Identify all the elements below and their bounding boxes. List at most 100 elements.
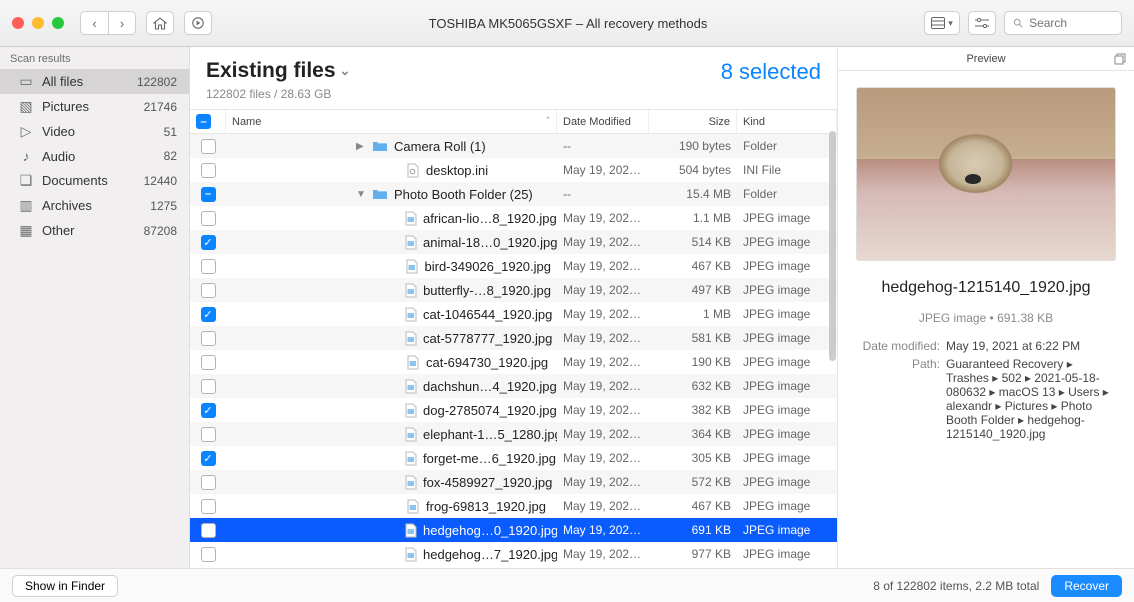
- header-checkbox[interactable]: [196, 114, 211, 129]
- row-checkbox[interactable]: [201, 427, 216, 442]
- row-name: animal-18…0_1920.jpg: [423, 235, 557, 250]
- popout-icon[interactable]: [1114, 53, 1126, 65]
- table-row[interactable]: frog-69813_1920.jpg May 19, 202… 467 KB …: [190, 494, 837, 518]
- table-row[interactable]: animal-18…0_1920.jpg May 19, 202… 514 KB…: [190, 230, 837, 254]
- row-name: bird-349026_1920.jpg: [425, 259, 552, 274]
- table-row[interactable]: hedgehog…0_1920.jpg May 19, 202… 691 KB …: [190, 518, 837, 542]
- table-row[interactable]: forget-me…6_1920.jpg May 19, 202… 305 KB…: [190, 446, 837, 470]
- sidebar-item-pictures[interactable]: ▧ Pictures 21746: [0, 94, 189, 119]
- row-checkbox[interactable]: [201, 379, 216, 394]
- row-checkbox[interactable]: [201, 451, 216, 466]
- row-checkbox[interactable]: [201, 403, 216, 418]
- search-input[interactable]: [1029, 16, 1113, 30]
- close-window-button[interactable]: [12, 17, 24, 29]
- sidebar-item-audio[interactable]: ♪ Audio 82: [0, 144, 189, 168]
- row-checkbox[interactable]: [201, 475, 216, 490]
- row-name: cat-1046544_1920.jpg: [423, 307, 552, 322]
- row-name: elephant-1…5_1280.jpg: [423, 427, 557, 442]
- minimize-window-button[interactable]: [32, 17, 44, 29]
- table-row[interactable]: elephant-1…5_1280.jpg May 19, 202… 364 K…: [190, 422, 837, 446]
- row-size: 581 KB: [649, 331, 737, 345]
- sidebar-item-video[interactable]: ▷ Video 51: [0, 119, 189, 144]
- table-row[interactable]: fox-4589927_1920.jpg May 19, 202… 572 KB…: [190, 470, 837, 494]
- col-date[interactable]: Date Modified: [557, 110, 649, 133]
- row-checkbox[interactable]: [201, 283, 216, 298]
- img-icon: [404, 474, 417, 490]
- row-checkbox[interactable]: [201, 163, 216, 178]
- row-name: african-lio…8_1920.jpg: [423, 211, 557, 226]
- show-in-finder-button[interactable]: Show in Finder: [12, 575, 118, 597]
- table-row[interactable]: ▼ Photo Booth Folder (25) -- 15.4 MB Fol…: [190, 182, 837, 206]
- disclosure-icon[interactable]: ▼: [356, 189, 366, 200]
- row-kind: INI File: [737, 163, 837, 177]
- row-size: 382 KB: [649, 403, 737, 417]
- table-row[interactable]: desktop.ini May 19, 202… 504 bytes INI F…: [190, 158, 837, 182]
- row-kind: JPEG image: [737, 403, 837, 417]
- col-kind[interactable]: Kind: [737, 110, 837, 133]
- grid-icon: [931, 17, 945, 29]
- row-checkbox[interactable]: [201, 523, 216, 538]
- disclosure-icon[interactable]: ▶: [356, 141, 366, 152]
- row-name: forget-me…6_1920.jpg: [423, 451, 556, 466]
- table-row[interactable]: dog-2785074_1920.jpg May 19, 202… 382 KB…: [190, 398, 837, 422]
- table-row[interactable]: cat-694730_1920.jpg May 19, 202… 190 KB …: [190, 350, 837, 374]
- row-kind: Folder: [737, 139, 837, 153]
- row-checkbox[interactable]: [201, 235, 216, 250]
- table-row[interactable]: ▶ Camera Roll (1) -- 190 bytes Folder: [190, 134, 837, 158]
- sidebar-item-label: Archives: [42, 198, 142, 213]
- row-checkbox[interactable]: [201, 211, 216, 226]
- row-name: desktop.ini: [426, 163, 488, 178]
- pictures-icon: ▧: [18, 98, 34, 115]
- table-row[interactable]: hedgehog…7_1920.jpg May 19, 202… 977 KB …: [190, 542, 837, 566]
- documents-icon: ❏: [18, 172, 34, 189]
- row-size: 504 bytes: [649, 163, 737, 177]
- table-row[interactable]: butterfly-…8_1920.jpg May 19, 202… 497 K…: [190, 278, 837, 302]
- row-kind: JPEG image: [737, 547, 837, 561]
- folder-icon: [372, 186, 388, 202]
- sidebar-item-documents[interactable]: ❏ Documents 12440: [0, 168, 189, 193]
- row-kind: JPEG image: [737, 283, 837, 297]
- table-row[interactable]: cat-5778777_1920.jpg May 19, 202… 581 KB…: [190, 326, 837, 350]
- view-mode-button[interactable]: ▾: [924, 11, 960, 35]
- row-checkbox[interactable]: [201, 547, 216, 562]
- row-checkbox[interactable]: [201, 331, 216, 346]
- settings-button[interactable]: [968, 11, 996, 35]
- forward-button[interactable]: ›: [108, 11, 136, 35]
- row-name: cat-694730_1920.jpg: [426, 355, 548, 370]
- table-row[interactable]: dachshun…4_1920.jpg May 19, 202… 632 KB …: [190, 374, 837, 398]
- titlebar: ‹ › TOSHIBA MK5065GSXF – All recovery me…: [0, 0, 1134, 47]
- col-name[interactable]: Nameˆ: [226, 110, 557, 133]
- zoom-window-button[interactable]: [52, 17, 64, 29]
- row-checkbox[interactable]: [201, 259, 216, 274]
- col-size[interactable]: Size: [649, 110, 737, 133]
- sidebar-item-archives[interactable]: ▥ Archives 1275: [0, 193, 189, 218]
- row-checkbox[interactable]: [201, 139, 216, 154]
- row-checkbox[interactable]: [201, 499, 216, 514]
- sort-asc-icon: ˆ: [546, 116, 550, 128]
- table-row[interactable]: african-lio…8_1920.jpg May 19, 202… 1.1 …: [190, 206, 837, 230]
- img-icon: [404, 498, 420, 514]
- recover-button[interactable]: Recover: [1051, 575, 1122, 597]
- row-kind: JPEG image: [737, 379, 837, 393]
- scrollbar-thumb[interactable]: [829, 131, 836, 361]
- home-button[interactable]: [146, 11, 174, 35]
- search-field[interactable]: [1004, 11, 1122, 35]
- table-row[interactable]: bird-349026_1920.jpg May 19, 202… 467 KB…: [190, 254, 837, 278]
- rescan-button[interactable]: [184, 11, 212, 35]
- sidebar-item-count: 87208: [144, 224, 177, 238]
- row-checkbox[interactable]: [201, 355, 216, 370]
- row-date: May 19, 202…: [557, 355, 649, 369]
- img-icon: [404, 330, 417, 346]
- row-size: 691 KB: [649, 523, 737, 537]
- row-checkbox[interactable]: [201, 187, 216, 202]
- folder-icon: [372, 138, 388, 154]
- page-title[interactable]: Existing files⌄: [206, 59, 350, 83]
- back-button[interactable]: ‹: [80, 11, 108, 35]
- sidebar-item-all-files[interactable]: ▭ All files 122802: [0, 69, 189, 94]
- table-row[interactable]: cat-1046544_1920.jpg May 19, 202… 1 MB J…: [190, 302, 837, 326]
- row-date: May 19, 202…: [557, 427, 649, 441]
- sidebar-item-other[interactable]: ▦ Other 87208: [0, 218, 189, 243]
- row-name: Camera Roll (1): [394, 139, 486, 154]
- row-checkbox[interactable]: [201, 307, 216, 322]
- row-kind: JPEG image: [737, 259, 837, 273]
